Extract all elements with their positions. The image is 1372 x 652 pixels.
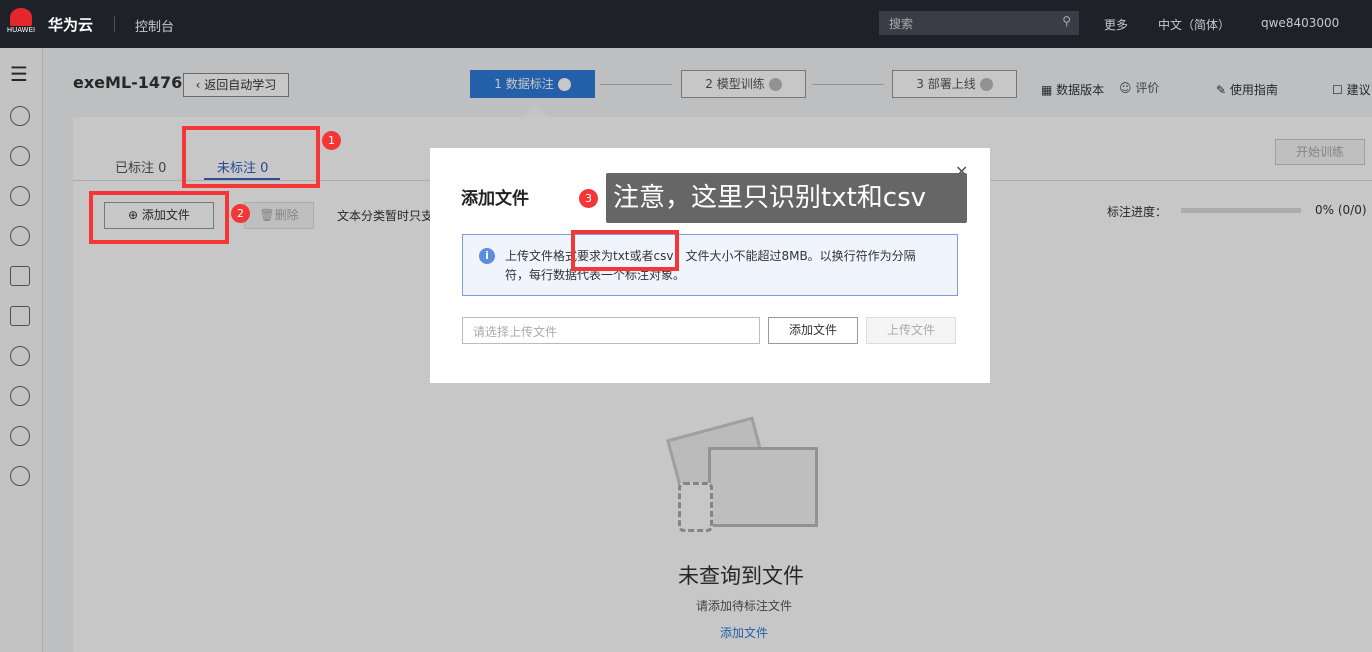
language-menu[interactable]: 中文（简体） [1158, 16, 1230, 33]
info-box: i 上传文件格式要求为txt或者csv，文件大小不能超过8MB。以换行符作为分隔… [462, 234, 958, 296]
top-bar: HUAWEI 华为云 控制台 搜索 ⚲ 更多 中文（简体） qwe8403000 [0, 0, 1372, 48]
dialog-add-file-button[interactable]: 添加文件 [768, 317, 858, 344]
annotation-box-add [89, 191, 229, 244]
console-link[interactable]: 控制台 [135, 16, 174, 35]
info-icon: i [479, 248, 495, 264]
search-icon[interactable]: ⚲ [1062, 14, 1071, 28]
annotation-callout: 注意，这里只识别txt和csv [606, 173, 967, 223]
file-path-input[interactable]: 请选择上传文件 [462, 317, 760, 344]
annotation-badge-1: 1 [322, 131, 341, 150]
dialog-title: 添加文件 [461, 189, 529, 209]
brand-name[interactable]: 华为云 [48, 14, 93, 35]
annotation-badge-2: 2 [231, 204, 250, 223]
more-menu[interactable]: 更多 [1104, 16, 1128, 33]
huawei-logo[interactable]: HUAWEI [6, 8, 36, 34]
upload-file-button[interactable]: 上传文件 [866, 317, 956, 344]
user-menu[interactable]: qwe8403000 [1261, 16, 1339, 30]
annotation-box-tab [182, 126, 320, 188]
annotation-box-format [571, 230, 679, 271]
annotation-badge-3: 3 [579, 189, 598, 208]
search-input[interactable]: 搜索 ⚲ [879, 11, 1079, 35]
